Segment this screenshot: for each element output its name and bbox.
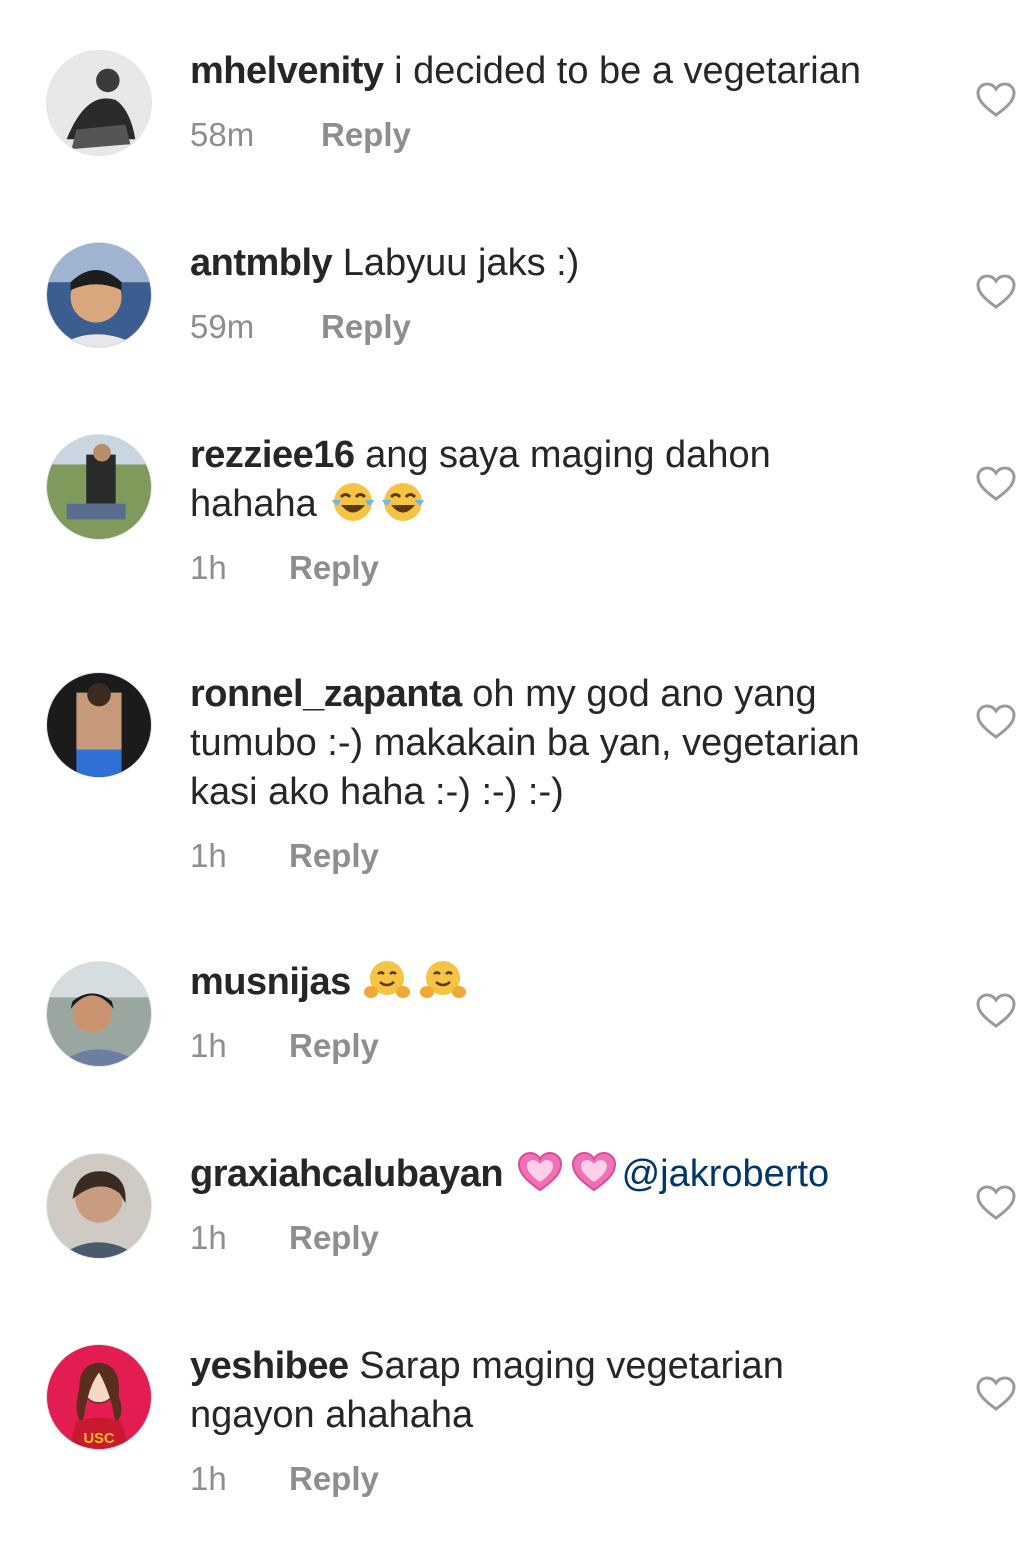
- comment-username[interactable]: graxiahcalubayan: [190, 1153, 504, 1195]
- comment-body: mhelvenity i decided to be a vegetarian: [190, 47, 940, 96]
- comment-time: 1h: [190, 549, 227, 586]
- reply-button[interactable]: Reply: [321, 308, 411, 346]
- mention-link[interactable]: @jakroberto: [622, 1153, 830, 1195]
- comment-time: 1h: [190, 1460, 227, 1497]
- face-with-tears-of-joy-icon: [379, 480, 427, 524]
- comment-text: Sarap maging vegetarian: [359, 1345, 784, 1387]
- comment-body: antmbly Labyuu jaks :): [190, 239, 940, 288]
- avatar[interactable]: [46, 961, 152, 1067]
- avatar[interactable]: USC: [46, 1344, 152, 1450]
- avatar[interactable]: [46, 1153, 152, 1259]
- hugging-face-icon: [419, 958, 473, 1002]
- reply-button[interactable]: Reply: [321, 116, 411, 154]
- heart-outline-icon[interactable]: [976, 993, 1016, 1029]
- growing-heart-icon: [570, 1150, 622, 1194]
- comment-username[interactable]: musnijas: [190, 961, 351, 1003]
- comment-text: ang saya maging dahon: [365, 434, 771, 476]
- reply-button[interactable]: Reply: [289, 1460, 379, 1498]
- avatar[interactable]: [46, 50, 152, 156]
- heart-outline-icon[interactable]: [976, 704, 1016, 740]
- comment-body: musnijas: [190, 958, 940, 1007]
- comment-username[interactable]: rezziee16: [190, 434, 355, 476]
- comment-text: Labyuu jaks :): [342, 242, 580, 284]
- heart-outline-icon[interactable]: [976, 1185, 1016, 1221]
- heart-outline-icon[interactable]: [976, 274, 1016, 310]
- avatar-text: USC: [83, 1431, 114, 1447]
- comment-text-line2: tumubo :-) makakain ba yan, vegetarian: [190, 722, 860, 764]
- comment-text-line2: ngayon ahahaha: [190, 1394, 474, 1436]
- heart-outline-icon[interactable]: [976, 466, 1016, 502]
- heart-outline-icon[interactable]: [976, 1376, 1016, 1412]
- comment-text-line2: hahaha: [190, 483, 317, 525]
- heart-outline-icon[interactable]: [976, 82, 1016, 118]
- reply-button[interactable]: Reply: [289, 549, 379, 587]
- reply-button[interactable]: Reply: [289, 1219, 379, 1257]
- comment-time: 1h: [190, 837, 227, 874]
- comment-text-line3: kasi ako haha :-) :-) :-): [190, 771, 564, 813]
- comment-username[interactable]: mhelvenity: [190, 50, 384, 92]
- comment-time: 58m: [190, 116, 255, 153]
- comment-text: oh my god ano yang: [472, 673, 817, 715]
- comment-body: graxiahcalubayan @jakroberto: [190, 1150, 940, 1199]
- comment-time: 1h: [190, 1027, 227, 1064]
- comment-body: yeshibee Sarap maging vegetarian ngayon …: [190, 1342, 940, 1440]
- reply-button[interactable]: Reply: [289, 837, 379, 875]
- comment-body: rezziee16 ang saya maging dahon hahaha: [190, 431, 940, 529]
- growing-heart-icon: [516, 1150, 568, 1194]
- hugging-face-icon: [363, 958, 417, 1002]
- comment-body: ronnel_zapanta oh my god ano yang tumubo…: [190, 670, 940, 817]
- comment-time: 59m: [190, 308, 255, 345]
- avatar[interactable]: [46, 672, 152, 778]
- avatar[interactable]: [46, 434, 152, 540]
- avatar[interactable]: [46, 242, 152, 348]
- face-with-tears-of-joy-icon: [329, 480, 377, 524]
- comment-text: i decided to be a vegetarian: [394, 50, 861, 92]
- comment-username[interactable]: ronnel_zapanta: [190, 673, 462, 715]
- comment-username[interactable]: antmbly: [190, 242, 333, 284]
- reply-button[interactable]: Reply: [289, 1027, 379, 1065]
- comment-time: 1h: [190, 1219, 227, 1256]
- comment-username[interactable]: yeshibee: [190, 1345, 349, 1387]
